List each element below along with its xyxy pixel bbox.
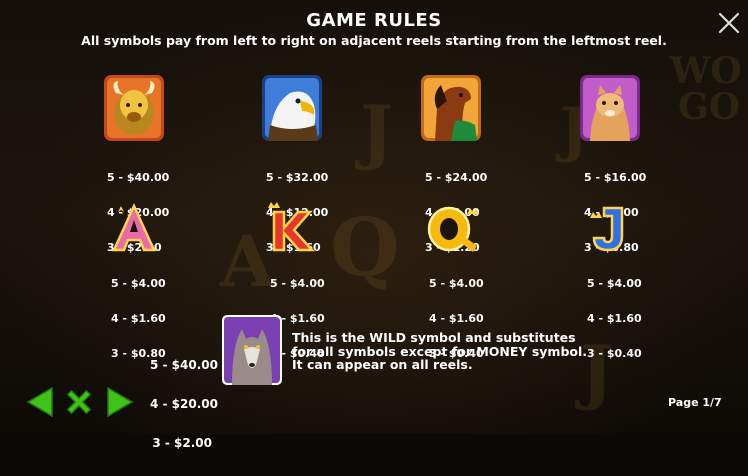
page-title: GAME RULES [306,10,442,31]
wild-text-line: It can appear on all reels. [292,357,473,372]
close-icon[interactable] [716,10,742,36]
previous-page-icon[interactable] [26,386,56,418]
next-page-icon[interactable] [104,386,134,418]
pay-3: 3 - $2.00 [152,436,212,450]
wolf-icon [222,315,282,385]
pay-5: 5 - $4.00 [270,276,325,290]
pay-5: 5 - $4.00 [587,276,642,290]
wild-text-line: for all symbols except for MONEY symbol. [292,343,588,359]
pay-5: 5 - $32.00 [266,170,329,184]
pay-5: 5 - $40.00 [150,358,218,372]
pay-5: 5 - $40.00 [107,170,170,184]
pay-4: 4 - $20.00 [150,397,218,411]
close-rules-icon[interactable] [64,386,94,418]
pay-5: 5 - $4.00 [429,276,484,290]
pay-5: 5 - $16.00 [584,170,647,184]
pay-4: 4 - $1.60 [429,311,484,325]
pay-3: 3 - $0.40 [587,347,642,361]
horse-icon [421,75,481,141]
bison-icon [104,75,164,141]
cougar-icon [580,75,640,141]
pay-4: 4 - $1.60 [587,311,642,325]
pay-5: 5 - $4.00 [111,276,166,290]
wild-description: This is the WILD symbol and substitutes … [292,331,587,372]
letter-j-icon [590,206,624,252]
letter-k-icon [268,202,315,252]
letter-q-icon [427,206,479,252]
page-indicator: Page 1/7 [668,396,722,409]
pay-4: 4 - $1.60 [111,311,166,325]
letter-a-icon [112,202,156,252]
rules-subtitle: All symbols pay from left to right on ad… [81,33,667,48]
pay-5: 5 - $24.00 [425,170,488,184]
wild-text-line: This is the WILD symbol and substitutes [292,330,576,345]
eagle-icon [262,75,322,141]
